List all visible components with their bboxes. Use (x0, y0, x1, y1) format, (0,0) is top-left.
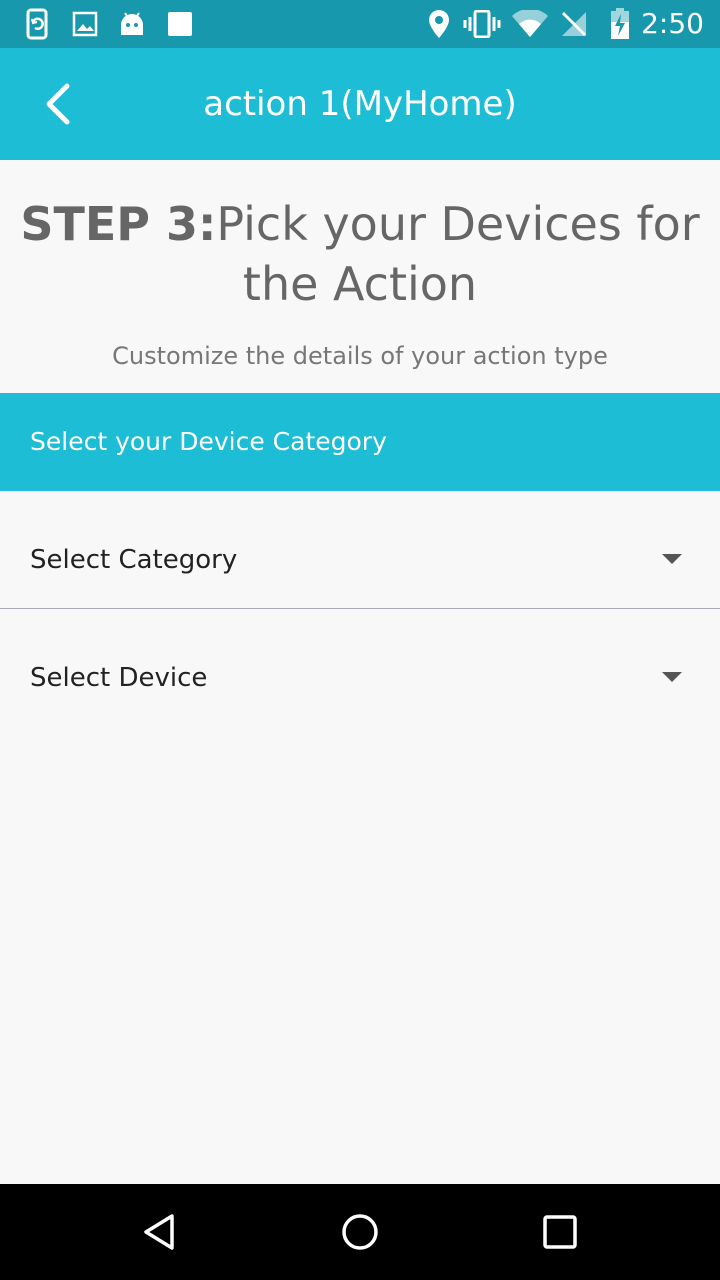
step-heading: STEP 3:Pick your Devices for the Action (20, 194, 700, 314)
select-category-label: Select Category (30, 545, 238, 575)
status-bar: 2:50 (0, 0, 720, 48)
section-header-label: Select your Device Category (30, 427, 387, 456)
nav-home-button[interactable] (300, 1184, 420, 1280)
chevron-left-icon (46, 83, 70, 125)
back-triangle-icon (144, 1214, 174, 1250)
select-category-dropdown[interactable]: Select Category (0, 502, 720, 618)
vibrate-icon (462, 8, 502, 40)
status-time: 2:50 (641, 7, 704, 40)
app-bar: action 1(MyHome) (0, 48, 720, 160)
nav-recents-button[interactable] (500, 1184, 620, 1280)
image-icon (70, 8, 100, 40)
section-header: Select your Device Category (0, 393, 720, 491)
home-circle-icon (342, 1214, 378, 1250)
nav-bar (0, 1184, 720, 1280)
step-prefix: STEP 3: (20, 197, 217, 251)
wifi-icon (510, 8, 550, 40)
step-title: Pick your Devices for the Action (216, 197, 700, 311)
select-device-dropdown[interactable]: Select Device (0, 620, 720, 736)
step-subtitle: Customize the details of your action typ… (112, 342, 608, 370)
caret-down-icon (662, 554, 682, 564)
battery-charging-icon (606, 8, 634, 40)
select-device-label: Select Device (30, 663, 208, 693)
app-title: action 1(MyHome) (203, 84, 517, 124)
location-icon (424, 8, 454, 40)
nav-back-button[interactable] (100, 1184, 220, 1280)
square-icon (164, 8, 196, 40)
no-signal-icon (558, 8, 590, 40)
sync-phone-icon (22, 8, 54, 40)
back-button[interactable] (30, 76, 86, 132)
caret-down-icon (662, 672, 682, 682)
divider (0, 608, 720, 609)
android-icon (116, 8, 148, 40)
recents-square-icon (543, 1215, 577, 1249)
